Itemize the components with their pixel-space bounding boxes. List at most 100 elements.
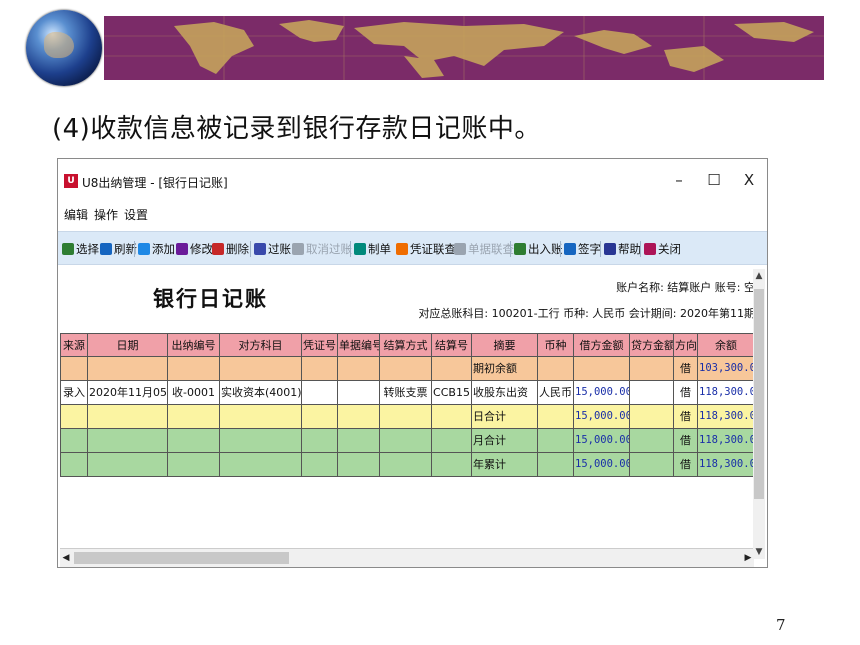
table-cell (220, 357, 302, 381)
menu-operate[interactable]: 操作 (94, 206, 118, 223)
table-cell (220, 405, 302, 429)
table-cell: 月合计 (472, 429, 538, 453)
column-header: 余额 (698, 333, 755, 357)
table-cell: 转账支票 (380, 381, 432, 405)
table-row[interactable]: 期初余额 借103,300.00 (60, 357, 755, 381)
table-cell (168, 429, 220, 453)
table-cell (88, 453, 168, 477)
menu-settings[interactable]: 设置 (124, 206, 148, 223)
table-cell (538, 453, 574, 477)
voucher-query-icon (396, 243, 408, 255)
toolbar-separator (510, 241, 511, 257)
table-cell: 15,000.00 (574, 381, 630, 405)
close-doc-icon (644, 243, 656, 255)
sign-icon (564, 243, 576, 255)
table-cell: 借 (674, 453, 698, 477)
horizontal-scrollbar[interactable]: ◀ ▶ (60, 548, 754, 567)
toolbar-separator (600, 241, 601, 257)
toolbar: 选择 刷新 添加 修改 删除 过账 取消过账 制单 凭证联查 单据联查 出入账 签字 帮助 关闭 (58, 231, 767, 265)
column-header: 币种 (538, 333, 574, 357)
table-cell (60, 405, 88, 429)
in-out-icon (514, 243, 526, 255)
maximize-button[interactable]: ☐ (699, 169, 729, 191)
add-icon (138, 243, 150, 255)
table-cell (60, 357, 88, 381)
table-cell (630, 381, 674, 405)
column-header: 对方科目 (220, 333, 302, 357)
voucher-icon (354, 243, 366, 255)
toolbar-button-voucher-query[interactable]: 凭证联查 (396, 240, 456, 258)
toolbar-button-in-out[interactable]: 出入账 (514, 240, 563, 258)
table-row[interactable]: 日合计 15,000.00 借118,300.00 (60, 405, 755, 429)
scroll-left-icon[interactable]: ◀ (60, 549, 72, 567)
scroll-up-icon[interactable]: ▲ (753, 269, 765, 283)
select-icon (62, 243, 74, 255)
table-cell: 借 (674, 429, 698, 453)
vertical-scrollbar[interactable]: ▲ ▼ (753, 269, 765, 559)
report-area: 银行日记账 账户名称: 结算账户 账号: 空 对应总账科目: 100201-工行… (58, 265, 767, 567)
column-header: 摘要 (472, 333, 538, 357)
table-cell (302, 429, 338, 453)
account-meta: 对应总账科目: 100201-工行 币种: 人民币 会计期间: 2020年第11… (418, 307, 755, 320)
toolbar-label: 凭证联查 (410, 242, 456, 256)
menu-bar: 编辑 操作 设置 (58, 203, 767, 225)
table-cell (432, 405, 472, 429)
document-query-icon (454, 243, 466, 255)
table-cell (302, 381, 338, 405)
toolbar-button-help[interactable]: 帮助 (604, 240, 641, 258)
table-cell (338, 357, 380, 381)
table-cell (432, 357, 472, 381)
horizontal-scroll-thumb[interactable] (74, 552, 289, 564)
toolbar-button-add[interactable]: 添加 (138, 240, 175, 258)
account-name: 账户名称: 结算账户 账号: 空 (616, 281, 755, 294)
column-header: 凭证号 (302, 333, 338, 357)
toolbar-separator (134, 241, 135, 257)
table-cell: CCB15 (432, 381, 472, 405)
toolbar-button-post[interactable]: 过账 (254, 240, 291, 258)
vertical-scroll-thumb[interactable] (754, 289, 764, 499)
table-cell: 118,300.00 (698, 405, 755, 429)
table-cell (432, 453, 472, 477)
table-cell (302, 405, 338, 429)
toolbar-button-cancel-post[interactable]: 取消过账 (292, 240, 352, 258)
toolbar-button-edit[interactable]: 修改 (176, 240, 213, 258)
post-icon (254, 243, 266, 255)
table-cell (168, 405, 220, 429)
table-cell: 15,000.00 (574, 429, 630, 453)
column-header: 借方金额 (574, 333, 630, 357)
table-row[interactable]: 月合计 15,000.00 借118,300.00 (60, 429, 755, 453)
toolbar-label: 制单 (368, 242, 391, 256)
table-row[interactable]: 录入2020年11月05日收-0001实收资本(4001) 转账支票CCB15收股… (60, 381, 755, 405)
table-cell: 期初余额 (472, 357, 538, 381)
toolbar-label: 修改 (190, 242, 213, 256)
table-cell: 15,000.00 (574, 453, 630, 477)
toolbar-separator (560, 241, 561, 257)
column-header: 贷方金额 (630, 333, 674, 357)
toolbar-button-document-query[interactable]: 单据联查 (454, 240, 514, 258)
minimize-button[interactable]: – (664, 169, 694, 191)
table-cell (220, 453, 302, 477)
table-cell: 118,300.00 (698, 453, 755, 477)
toolbar-button-delete[interactable]: 删除 (212, 240, 249, 258)
toolbar-button-close-doc[interactable]: 关闭 (644, 240, 681, 258)
column-header: 结算方式 (380, 333, 432, 357)
toolbar-button-refresh[interactable]: 刷新 (100, 240, 137, 258)
toolbar-button-sign[interactable]: 签字 (564, 240, 601, 258)
table-cell: 年累计 (472, 453, 538, 477)
table-cell (538, 405, 574, 429)
table-cell (302, 453, 338, 477)
toolbar-label: 签字 (578, 242, 601, 256)
toolbar-button-voucher[interactable]: 制单 (354, 240, 391, 258)
table-cell (432, 429, 472, 453)
column-header: 结算号 (432, 333, 472, 357)
edit-icon (176, 243, 188, 255)
globe-logo (26, 10, 102, 86)
table-cell (630, 405, 674, 429)
toolbar-button-select[interactable]: 选择 (62, 240, 99, 258)
scroll-down-icon[interactable]: ▼ (753, 545, 765, 559)
menu-edit[interactable]: 编辑 (64, 206, 88, 223)
close-button[interactable]: X (734, 169, 764, 191)
table-cell (380, 429, 432, 453)
table-header-row[interactable]: 来源 日期 出纳编号 对方科目 凭证号 单据编号 结算方式 结算号 摘要 币种 借方金额 贷方金额 方向… (60, 333, 755, 357)
table-row[interactable]: 年累计 15,000.00 借118,300.00 (60, 453, 755, 477)
